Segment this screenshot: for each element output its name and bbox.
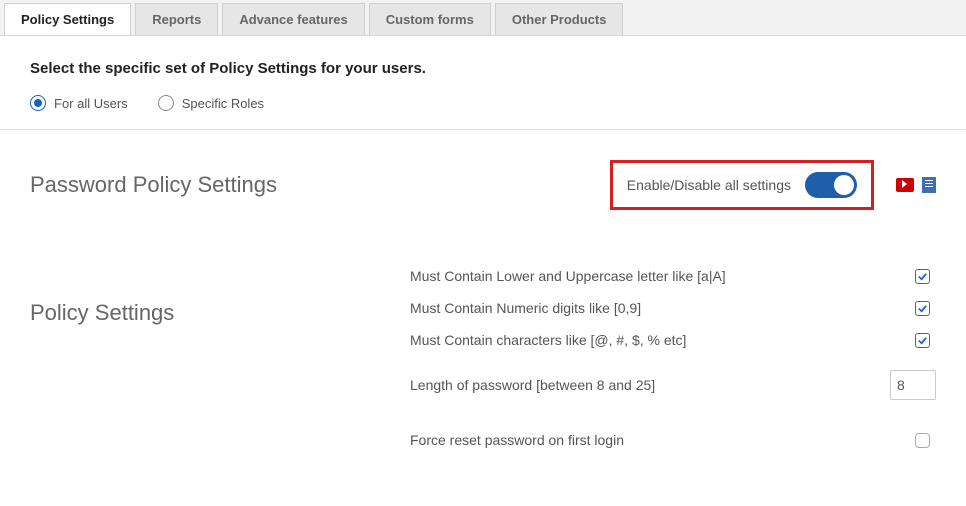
opt-row-case: Must Contain Lower and Uppercase letter … <box>410 260 936 292</box>
tab-policy-settings[interactable]: Policy Settings <box>4 3 131 35</box>
policy-settings-subtitle: Policy Settings <box>30 300 410 326</box>
password-policy-section: Password Policy Settings Enable/Disable … <box>0 130 966 456</box>
youtube-icon[interactable] <box>896 178 914 190</box>
opt-label: Must Contain Numeric digits like [0,9] <box>410 300 915 316</box>
opt-label: Must Contain Lower and Uppercase letter … <box>410 268 915 284</box>
tab-bar: Policy Settings Reports Advance features… <box>0 0 966 36</box>
checkbox-chars[interactable] <box>915 333 930 348</box>
scope-panel: Select the specific set of Policy Settin… <box>0 36 966 130</box>
radio-specific-roles[interactable]: Specific Roles <box>158 95 264 111</box>
opt-label: Must Contain characters like [@, #, $, %… <box>410 332 915 348</box>
radio-label: For all Users <box>54 96 128 111</box>
check-icon <box>917 335 928 346</box>
section-header-row: Password Policy Settings Enable/Disable … <box>30 160 936 210</box>
tab-other-products[interactable]: Other Products <box>495 3 624 35</box>
settings-right: Must Contain Lower and Uppercase letter … <box>410 260 936 456</box>
opt-row-length: Length of password [between 8 and 25] <box>410 356 936 424</box>
toggle-knob <box>834 175 854 195</box>
radio-label: Specific Roles <box>182 96 264 111</box>
enable-all-toggle[interactable] <box>805 172 857 198</box>
checkbox-case[interactable] <box>915 269 930 284</box>
enable-all-highlight: Enable/Disable all settings <box>610 160 874 210</box>
tab-reports[interactable]: Reports <box>135 3 218 35</box>
section-title: Password Policy Settings <box>30 172 277 198</box>
opt-label: Length of password [between 8 and 25] <box>410 377 890 393</box>
radio-for-all-users[interactable]: For all Users <box>30 95 128 111</box>
scope-heading: Select the specific set of Policy Settin… <box>30 60 936 77</box>
opt-row-reset: Force reset password on first login <box>410 424 936 456</box>
tab-custom-forms[interactable]: Custom forms <box>369 3 491 35</box>
opt-label: Force reset password on first login <box>410 432 915 448</box>
enable-all-label: Enable/Disable all settings <box>627 177 791 193</box>
settings-row: Policy Settings Must Contain Lower and U… <box>30 260 936 456</box>
checkbox-numeric[interactable] <box>915 301 930 316</box>
side-icons <box>896 177 936 193</box>
checkbox-reset[interactable] <box>915 433 930 448</box>
opt-row-numeric: Must Contain Numeric digits like [0,9] <box>410 292 936 324</box>
password-length-input[interactable] <box>890 370 936 400</box>
tab-advance-features[interactable]: Advance features <box>222 3 364 35</box>
check-icon <box>917 271 928 282</box>
radio-icon <box>30 95 46 111</box>
document-icon[interactable] <box>922 177 936 191</box>
settings-left: Policy Settings <box>30 260 410 456</box>
radio-icon <box>158 95 174 111</box>
opt-row-chars: Must Contain characters like [@, #, $, %… <box>410 324 936 356</box>
check-icon <box>917 303 928 314</box>
scope-radio-group: For all Users Specific Roles <box>30 95 936 111</box>
